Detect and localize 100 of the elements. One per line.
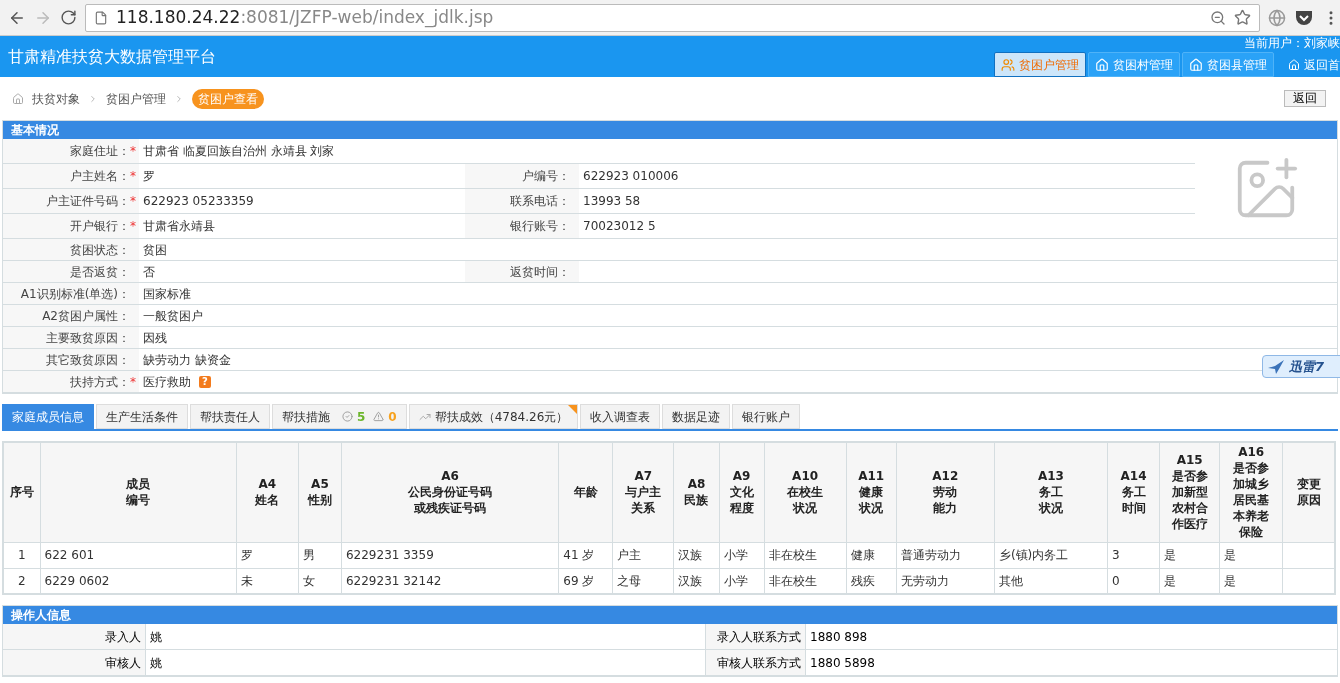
column-header: A10 在校生 状况 <box>764 442 847 542</box>
field-label: 主要致贫原因： <box>46 329 130 347</box>
reload-icon[interactable] <box>60 9 77 26</box>
table-cell: 汉族 <box>678 548 703 562</box>
column-header: A12 劳动 能力 <box>896 442 995 542</box>
field-label: 是否返贫： <box>70 263 130 281</box>
tab[interactable]: 帮扶措施 5 0 <box>272 404 407 429</box>
field-label: 审核人联系方式 <box>717 654 801 672</box>
field-value: 70023012 5 <box>583 218 656 235</box>
field-value: 医疗救助 <box>143 373 191 391</box>
tab[interactable]: 家庭成员信息 <box>2 404 94 429</box>
table-cell: 是 <box>1224 573 1237 588</box>
table-cell: 男 <box>302 548 315 562</box>
field-label: 其它致贫原因： <box>46 351 130 369</box>
table-cell: 普通劳动力 <box>900 548 961 562</box>
current-user: 当前用户：刘家峡 <box>1244 36 1340 50</box>
table-cell: 0 <box>1112 573 1120 588</box>
floating-badge[interactable]: 迅雷7 <box>1262 355 1340 378</box>
people-icon <box>1001 57 1015 72</box>
app-title: 甘肃精准扶贫大数据管理平台 <box>8 45 216 68</box>
table-cell: 1 <box>17 548 26 562</box>
field-label: 户主证件号码： <box>46 193 130 210</box>
section-header: 基本情况 <box>3 121 1337 139</box>
tab[interactable]: 数据足迹 <box>662 404 731 429</box>
field-value: 622923 05233359 <box>143 193 254 210</box>
field-label: 户主姓名： <box>70 168 130 185</box>
field-label: 银行账号： <box>510 218 570 235</box>
table-cell: 汉族 <box>678 573 703 588</box>
table-cell: 是 <box>1164 548 1177 562</box>
globe-icon[interactable] <box>1268 8 1286 27</box>
tab[interactable]: 帮扶成效（4784.26元） <box>408 404 579 429</box>
breadcrumb-item[interactable]: 贫困户管理 <box>106 89 166 108</box>
address-bar[interactable]: 118.180.24.22:8081/JZFP-web/index_jdlk.jsp <box>85 3 1260 32</box>
field-value: 1880 898 <box>810 628 868 646</box>
table-cell: 小学 <box>723 548 748 562</box>
field-value: 否 <box>143 263 155 281</box>
field-label: 户编号： <box>522 168 570 185</box>
table-cell: 622 601 <box>44 548 95 562</box>
column-header: A16 是否参 加城乡 居民基 本养老 保险 <box>1219 442 1283 542</box>
star-icon[interactable] <box>1234 9 1251 26</box>
house-icon <box>1095 57 1109 72</box>
count-label: 5 <box>357 408 366 426</box>
field-value: 1880 5898 <box>810 654 875 672</box>
tab[interactable]: 生产生活条件 <box>96 404 188 429</box>
required-mark: * <box>130 373 137 391</box>
field-value: 国家标准 <box>143 285 191 303</box>
column-header: A14 务工 时间 <box>1107 442 1160 542</box>
separator-icon <box>88 93 98 104</box>
table-cell: 女 <box>302 573 315 588</box>
tab[interactable]: 帮扶责任人 <box>190 404 270 429</box>
tab[interactable]: 收入调查表 <box>580 404 661 429</box>
field-value: 13993 58 <box>583 193 641 210</box>
table-cell: 是 <box>1164 573 1177 588</box>
table-cell: 其他 <box>998 573 1023 588</box>
table-cell: 是 <box>1224 548 1237 562</box>
field-label: 扶持方式： <box>70 373 130 391</box>
table-cell: 6229231 3359 <box>345 548 434 562</box>
table-cell: 残疾 <box>850 573 875 588</box>
column-header: A15 是否参 加新型 农村合 作医疗 <box>1159 442 1220 542</box>
breadcrumb-item[interactable]: 扶贫对象 <box>32 89 80 108</box>
table-cell: 41 岁 <box>563 548 595 562</box>
field-value: 缺劳动力 缺资金 <box>143 351 231 369</box>
table-cell: 2 <box>17 573 26 588</box>
field-value: 罗 <box>143 168 155 185</box>
field-value: 甘肃省永靖县 <box>143 218 215 235</box>
table-cell: 健康 <box>850 548 875 562</box>
table-cell: 非在校生 <box>768 548 817 562</box>
table-cell: 6229 0602 <box>44 573 110 588</box>
section-header: 操作人信息 <box>3 606 1337 624</box>
field-label: 联系电话： <box>510 193 570 210</box>
home-icon <box>1288 58 1300 71</box>
table-cell: 无劳动力 <box>900 573 949 588</box>
required-mark: * <box>130 218 137 235</box>
zoom-icon[interactable] <box>1210 9 1226 26</box>
field-label: 审核人 <box>105 654 141 672</box>
table-cell: 69 岁 <box>563 573 595 588</box>
column-header: 年龄 <box>558 442 613 542</box>
required-mark: * <box>130 193 137 210</box>
field-value: 甘肃省 临夏回族自治州 永靖县 刘家 <box>143 143 335 160</box>
table-cell: 之母 <box>617 573 642 588</box>
table-cell: 未 <box>240 573 253 588</box>
column-header: A6 公民身份证号码 或残疾证号码 <box>341 442 559 542</box>
column-header: A9 文化 程度 <box>719 442 765 542</box>
count-label: 0 <box>388 408 397 426</box>
table-cell: 乡(镇)内务工 <box>998 548 1069 562</box>
field-label: A2贫困户属性： <box>42 307 130 325</box>
field-value: 622923 010006 <box>583 168 679 185</box>
check-icon <box>342 411 353 422</box>
field-value: 姚 <box>150 654 162 672</box>
column-header: A13 务工 状况 <box>994 442 1108 542</box>
table-cell: 3 <box>1112 548 1120 562</box>
field-label: A1识别标准(单选)： <box>20 285 130 303</box>
required-mark: * <box>130 143 137 160</box>
page-icon <box>94 10 108 25</box>
house-icon <box>1189 57 1203 72</box>
tab[interactable]: 银行账户 <box>732 404 801 429</box>
pocket-icon[interactable] <box>1294 8 1314 27</box>
badge-label: 迅雷7 <box>1289 357 1325 376</box>
back-button[interactable]: 返回 <box>1284 90 1326 107</box>
field-value: 姚 <box>150 628 162 646</box>
